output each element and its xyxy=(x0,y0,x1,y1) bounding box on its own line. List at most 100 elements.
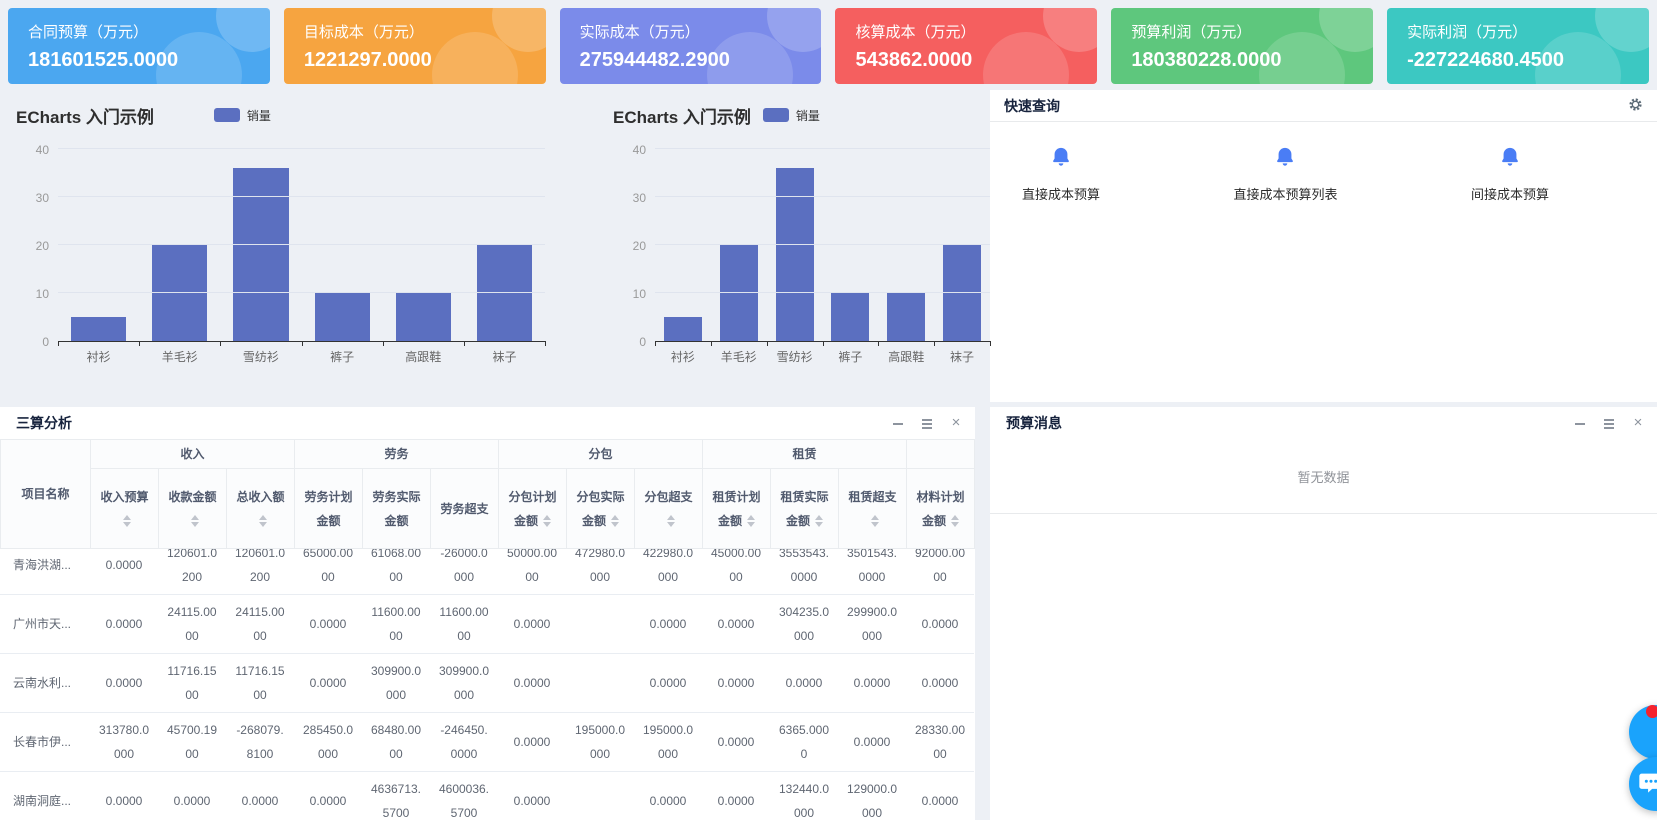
table-row[interactable]: 长春市伊...313780.000045700.1900-268079.8100… xyxy=(0,713,974,772)
plot-area: 010203040 xyxy=(613,150,990,342)
value-cell: 129000.0000 xyxy=(838,772,906,820)
column-header[interactable]: 材料计划金额 xyxy=(907,469,975,549)
table-row[interactable]: 广州市天...0.000024115.000024115.00000.00001… xyxy=(0,595,974,654)
gridline xyxy=(655,244,990,245)
menu-icon[interactable] xyxy=(1602,416,1616,430)
value-cell: 0.0000 xyxy=(498,654,566,713)
x-axis-category-label: 袜子 xyxy=(464,348,545,365)
column-header[interactable]: 分包实际金额 xyxy=(567,469,635,549)
x-axis-labels: 衬衫羊毛衫雪纺衫裤子高跟鞋袜子 xyxy=(655,348,990,365)
minimize-icon[interactable] xyxy=(891,416,905,430)
gridline xyxy=(58,244,545,245)
sort-carets-icon[interactable] xyxy=(259,515,267,527)
legend-item-sales[interactable]: 销量 xyxy=(763,107,820,124)
quick-link-direct-cost-budget-list[interactable]: 直接成本预算列表 xyxy=(1233,146,1337,203)
column-group-header: 分包 xyxy=(499,440,703,469)
card-label: 实际利润（万元） xyxy=(1407,21,1629,42)
value-cell: 45700.1900 xyxy=(158,713,226,772)
column-header[interactable]: 分包超支 xyxy=(635,469,703,549)
quick-link-direct-cost-budget[interactable]: 直接成本预算 xyxy=(1022,146,1100,203)
value-cell: 0.0000 xyxy=(634,595,702,654)
gridline xyxy=(58,148,545,149)
value-cell: 299900.0000 xyxy=(838,595,906,654)
sort-carets-icon[interactable] xyxy=(951,515,959,527)
legend-marker-icon xyxy=(763,108,789,122)
column-header[interactable]: 总收入额 xyxy=(227,469,295,549)
legend-item-sales[interactable]: 销量 xyxy=(214,107,271,124)
quick-link-indirect-cost-budget[interactable]: 间接成本预算 xyxy=(1471,146,1549,203)
bar-slot xyxy=(220,150,301,341)
bar-slot xyxy=(878,150,934,341)
project-name-cell: 青海洪湖... xyxy=(0,549,90,595)
value-cell: 24115.0000 xyxy=(158,595,226,654)
bottom-section: 三算分析 × 项目名称收入劳务分包租赁收入预算收款金额总收入额劳务计划金额劳务实… xyxy=(0,407,1657,820)
sort-carets-icon[interactable] xyxy=(611,515,619,527)
chart-bar-裤子[interactable] xyxy=(831,293,869,341)
chart-bar-裤子[interactable] xyxy=(315,293,370,341)
sort-carets-icon[interactable] xyxy=(543,515,551,527)
gridline xyxy=(58,292,545,293)
column-header[interactable]: 租赁实际金额 xyxy=(771,469,839,549)
table-row[interactable]: 湖南洞庭...0.00000.00000.00000.00004636713.5… xyxy=(0,772,974,820)
quick-link-label: 直接成本预算 xyxy=(1022,184,1100,203)
column-header[interactable]: 收入预算 xyxy=(91,469,159,549)
analysis-panel: 三算分析 × 项目名称收入劳务分包租赁收入预算收款金额总收入额劳务计划金额劳务实… xyxy=(0,407,975,820)
column-group-header xyxy=(907,440,975,469)
quick-link-label: 间接成本预算 xyxy=(1471,184,1549,203)
x-axis-category-label: 羊毛衫 xyxy=(711,348,767,365)
chart-bar-雪纺衫[interactable] xyxy=(233,168,288,341)
settings-icon[interactable] xyxy=(1628,97,1643,115)
y-axis-tick-label: 30 xyxy=(36,191,49,205)
chat-bubble-icon xyxy=(1637,769,1657,800)
chart-bar-高跟鞋[interactable] xyxy=(887,293,925,341)
chart-bar-衬衫[interactable] xyxy=(664,317,702,341)
x-axis-category-label: 雪纺衫 xyxy=(767,348,823,365)
sort-carets-icon[interactable] xyxy=(871,515,879,527)
bar-slot xyxy=(822,150,878,341)
chart-bar-羊毛衫[interactable] xyxy=(152,245,207,341)
table-body-viewport[interactable]: 青海洪湖...0.0000120601.0200120601.020065000… xyxy=(0,549,975,820)
close-icon[interactable]: × xyxy=(1631,416,1645,430)
value-cell: 11716.1500 xyxy=(226,654,294,713)
column-header[interactable]: 收款金额 xyxy=(159,469,227,549)
column-header[interactable]: 租赁超支 xyxy=(839,469,907,549)
chart-bar-袜子[interactable] xyxy=(943,245,981,341)
chart-bar-羊毛衫[interactable] xyxy=(720,245,758,341)
x-axis-category-label: 裤子 xyxy=(822,348,878,365)
chart-bar-雪纺衫[interactable] xyxy=(776,168,814,341)
close-icon[interactable]: × xyxy=(949,416,963,430)
legend-label: 销量 xyxy=(247,107,271,124)
empty-state-text: 暂无数据 xyxy=(990,439,1657,514)
chart-title: ECharts 入门示例 xyxy=(16,103,154,128)
chart-bar-袜子[interactable] xyxy=(477,245,532,341)
sort-carets-icon[interactable] xyxy=(123,515,131,527)
chart-header: ECharts 入门示例 销量 xyxy=(613,100,990,130)
table-row[interactable]: 青海洪湖...0.0000120601.0200120601.020065000… xyxy=(0,549,974,595)
bar-chart-1: ECharts 入门示例 销量 010203040 衬衫羊毛衫雪纺衫裤子高跟鞋袜… xyxy=(0,90,545,402)
column-header[interactable]: 租赁计划金额 xyxy=(703,469,771,549)
bar-slot xyxy=(934,150,990,341)
sort-carets-icon[interactable] xyxy=(191,515,199,527)
window-controls: × xyxy=(1573,416,1645,430)
value-cell: 68480.0000 xyxy=(362,713,430,772)
bar-slot xyxy=(58,150,139,341)
column-header-label: 收款金额 xyxy=(168,490,216,504)
sort-carets-icon[interactable] xyxy=(815,515,823,527)
chart-bar-高跟鞋[interactable] xyxy=(396,293,451,341)
chart-bar-衬衫[interactable] xyxy=(71,317,126,341)
column-header-label: 总收入额 xyxy=(237,490,285,504)
stat-card-budget-profit: 预算利润（万元） 180380228.0000 xyxy=(1111,8,1373,84)
x-axis-tick xyxy=(220,341,221,346)
sort-carets-icon[interactable] xyxy=(747,515,755,527)
bar-slot xyxy=(383,150,464,341)
minimize-icon[interactable] xyxy=(1573,416,1587,430)
column-header[interactable]: 分包计划金额 xyxy=(499,469,567,549)
x-axis-tick xyxy=(823,341,824,346)
menu-icon[interactable] xyxy=(920,416,934,430)
x-axis-tick xyxy=(990,341,991,346)
table-row[interactable]: 云南水利...0.000011716.150011716.15000.00003… xyxy=(0,654,974,713)
value-cell: 0.0000 xyxy=(634,654,702,713)
value-cell: 0.0000 xyxy=(90,772,158,820)
column-header-label: 劳务超支 xyxy=(441,502,489,516)
sort-carets-icon[interactable] xyxy=(667,515,675,527)
